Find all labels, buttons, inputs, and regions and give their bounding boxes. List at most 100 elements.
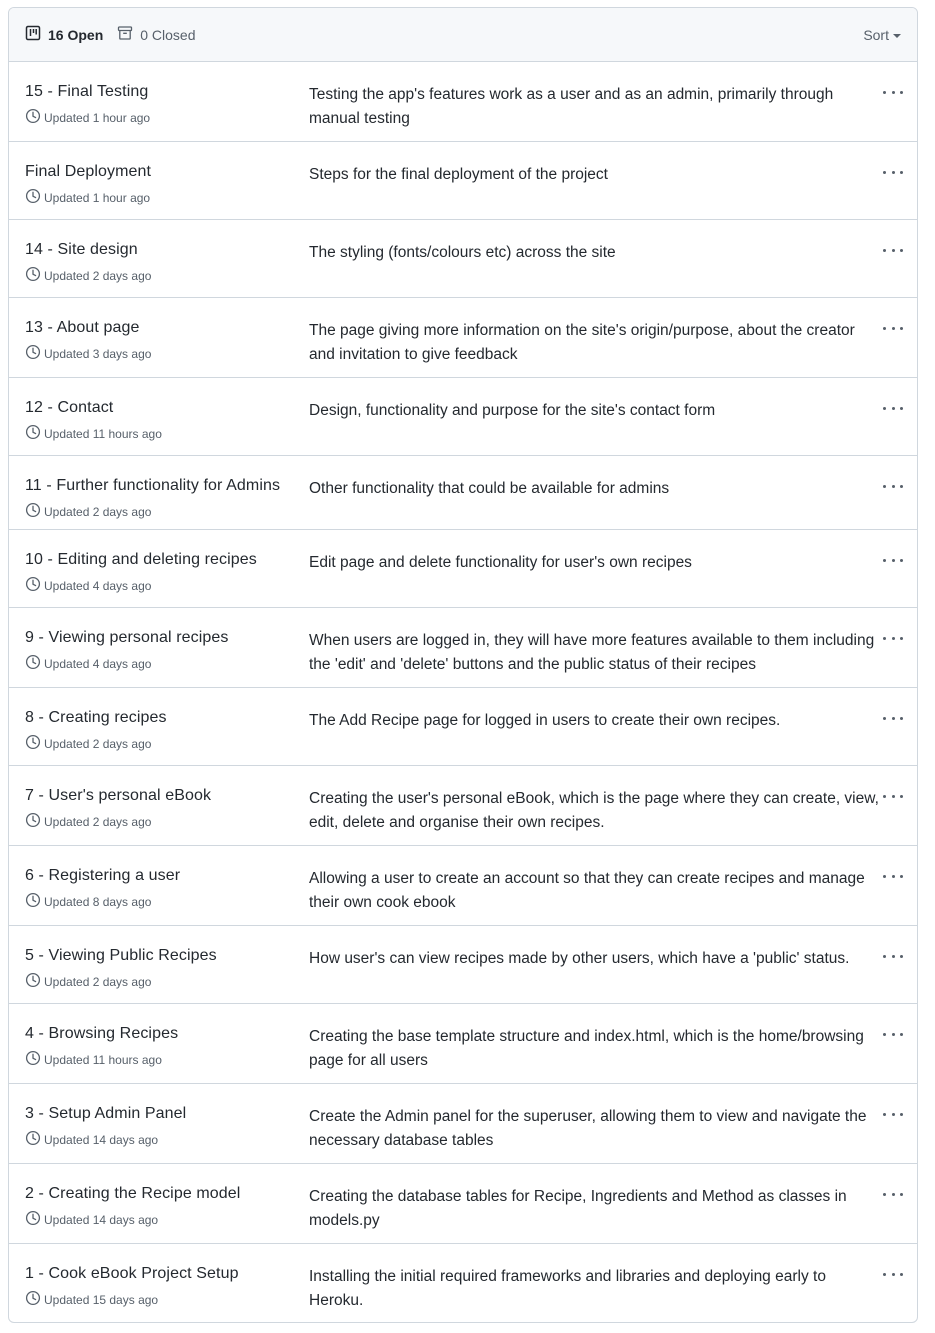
project-title-link[interactable]: Final Deployment (25, 163, 151, 181)
project-title-link[interactable]: 9 - Viewing personal recipes (25, 629, 229, 647)
project-updated: Updated 4 days ago (25, 576, 151, 595)
project-description: Steps for the final deployment of the pr… (309, 166, 608, 183)
project-title-link[interactable]: 15 - Final Testing (25, 83, 148, 101)
project-row: 10 - Editing and deleting recipes Update… (9, 530, 917, 608)
project-description: The Add Recipe page for logged in users … (309, 712, 781, 729)
project-updated: Updated 2 days ago (25, 972, 151, 991)
project-updated: Updated 14 days ago (25, 1130, 158, 1149)
project-row: 2 - Creating the Recipe model Updated 14… (9, 1164, 917, 1244)
clock-icon (25, 424, 44, 443)
project-updated: Updated 15 days ago (25, 1290, 158, 1309)
project-row: 12 - Contact Updated 11 hours ago Design… (9, 378, 917, 456)
project-updated-text: Updated 11 hours ago (44, 426, 162, 441)
project-updated: Updated 1 hour ago (25, 188, 150, 207)
project-description: The page giving more information on the … (309, 322, 855, 363)
clock-icon (25, 1290, 44, 1309)
project-updated: Updated 2 days ago (25, 812, 151, 831)
project-row: 6 - Registering a user Updated 8 days ag… (9, 846, 917, 926)
clock-icon (25, 188, 44, 207)
project-description: Other functionality that could be availa… (309, 480, 670, 497)
more-options-icon[interactable] (883, 788, 903, 804)
project-updated: Updated 3 days ago (25, 344, 151, 363)
more-options-icon[interactable] (883, 84, 903, 100)
more-options-icon[interactable] (883, 948, 903, 964)
project-title-link[interactable]: 6 - Registering a user (25, 867, 180, 885)
clock-icon (25, 972, 44, 991)
project-updated-text: Updated 8 days ago (44, 894, 152, 909)
project-updated: Updated 14 days ago (25, 1210, 158, 1229)
project-updated-text: Updated 4 days ago (44, 656, 152, 671)
clock-icon (25, 502, 44, 521)
project-updated: Updated 2 days ago (25, 502, 151, 521)
project-row: 15 - Final Testing Updated 1 hour ago Te… (9, 62, 917, 142)
open-projects-tab[interactable]: 16 Open (25, 25, 103, 44)
project-updated-text: Updated 2 days ago (44, 736, 152, 751)
project-title-link[interactable]: 5 - Viewing Public Recipes (25, 947, 217, 965)
project-updated-text: Updated 2 days ago (44, 268, 152, 283)
project-updated-text: Updated 1 hour ago (44, 190, 151, 205)
project-rows: 15 - Final Testing Updated 1 hour ago Te… (9, 62, 917, 1322)
project-title-link[interactable]: 4 - Browsing Recipes (25, 1025, 178, 1043)
project-title-link[interactable]: 11 - Further functionality for Admins (25, 477, 280, 495)
chevron-down-icon (893, 34, 901, 38)
more-options-icon[interactable] (883, 1186, 903, 1202)
project-updated: Updated 1 hour ago (25, 108, 150, 127)
project-title-link[interactable]: 14 - Site design (25, 241, 138, 259)
more-options-icon[interactable] (883, 868, 903, 884)
clock-icon (25, 1210, 44, 1229)
project-updated-text: Updated 4 days ago (44, 578, 152, 593)
project-row: 1 - Cook eBook Project Setup Updated 15 … (9, 1244, 917, 1322)
project-row: 9 - Viewing personal recipes Updated 4 d… (9, 608, 917, 688)
project-description: Edit page and delete functionality for u… (309, 554, 692, 571)
more-options-icon[interactable] (883, 478, 903, 494)
project-description: Create the Admin panel for the superuser… (309, 1108, 867, 1149)
project-updated-text: Updated 11 hours ago (44, 1052, 162, 1067)
project-title-link[interactable]: 7 - User's personal eBook (25, 787, 211, 805)
more-options-icon[interactable] (883, 1026, 903, 1042)
project-title-link[interactable]: 3 - Setup Admin Panel (25, 1105, 186, 1123)
clock-icon (25, 344, 44, 363)
project-description: Testing the app's features work as a use… (309, 86, 834, 127)
clock-icon (25, 892, 44, 911)
sort-dropdown[interactable]: Sort (863, 8, 901, 62)
more-options-icon[interactable] (883, 552, 903, 568)
project-row: 13 - About page Updated 3 days ago The p… (9, 298, 917, 378)
more-options-icon[interactable] (883, 1266, 903, 1282)
project-row: 7 - User's personal eBook Updated 2 days… (9, 766, 917, 846)
project-updated: Updated 11 hours ago (25, 1050, 162, 1069)
project-description: Design, functionality and purpose for th… (309, 402, 716, 419)
closed-projects-tab[interactable]: 0 Closed (117, 25, 196, 44)
project-updated-text: Updated 2 days ago (44, 504, 152, 519)
project-title-link[interactable]: 2 - Creating the Recipe model (25, 1185, 240, 1203)
clock-icon (25, 734, 44, 753)
archive-icon (117, 25, 140, 44)
more-options-icon[interactable] (883, 320, 903, 336)
list-header: 16 Open 0 Closed Sort (9, 8, 917, 62)
project-updated-text: Updated 2 days ago (44, 974, 152, 989)
project-board-icon (25, 25, 48, 44)
clock-icon (25, 108, 44, 127)
project-description: Creating the base template structure and… (309, 1028, 864, 1069)
project-row: 4 - Browsing Recipes Updated 11 hours ag… (9, 1004, 917, 1084)
more-options-icon[interactable] (883, 164, 903, 180)
project-updated-text: Updated 14 days ago (44, 1212, 159, 1227)
project-updated-text: Updated 1 hour ago (44, 110, 151, 125)
project-title-link[interactable]: 10 - Editing and deleting recipes (25, 551, 257, 569)
project-updated-text: Updated 14 days ago (44, 1132, 159, 1147)
more-options-icon[interactable] (883, 710, 903, 726)
project-title-link[interactable]: 1 - Cook eBook Project Setup (25, 1265, 239, 1283)
clock-icon (25, 654, 44, 673)
project-title-link[interactable]: 13 - About page (25, 319, 139, 337)
more-options-icon[interactable] (883, 1106, 903, 1122)
more-options-icon[interactable] (883, 242, 903, 258)
more-options-icon[interactable] (883, 400, 903, 416)
clock-icon (25, 1130, 44, 1149)
project-title-link[interactable]: 8 - Creating recipes (25, 709, 167, 727)
project-updated: Updated 2 days ago (25, 734, 151, 753)
project-title-link[interactable]: 12 - Contact (25, 399, 113, 417)
project-row: 3 - Setup Admin Panel Updated 14 days ag… (9, 1084, 917, 1164)
clock-icon (25, 1050, 44, 1069)
more-options-icon[interactable] (883, 630, 903, 646)
project-row: 5 - Viewing Public Recipes Updated 2 day… (9, 926, 917, 1004)
closed-count-label: 0 Closed (140, 26, 196, 43)
